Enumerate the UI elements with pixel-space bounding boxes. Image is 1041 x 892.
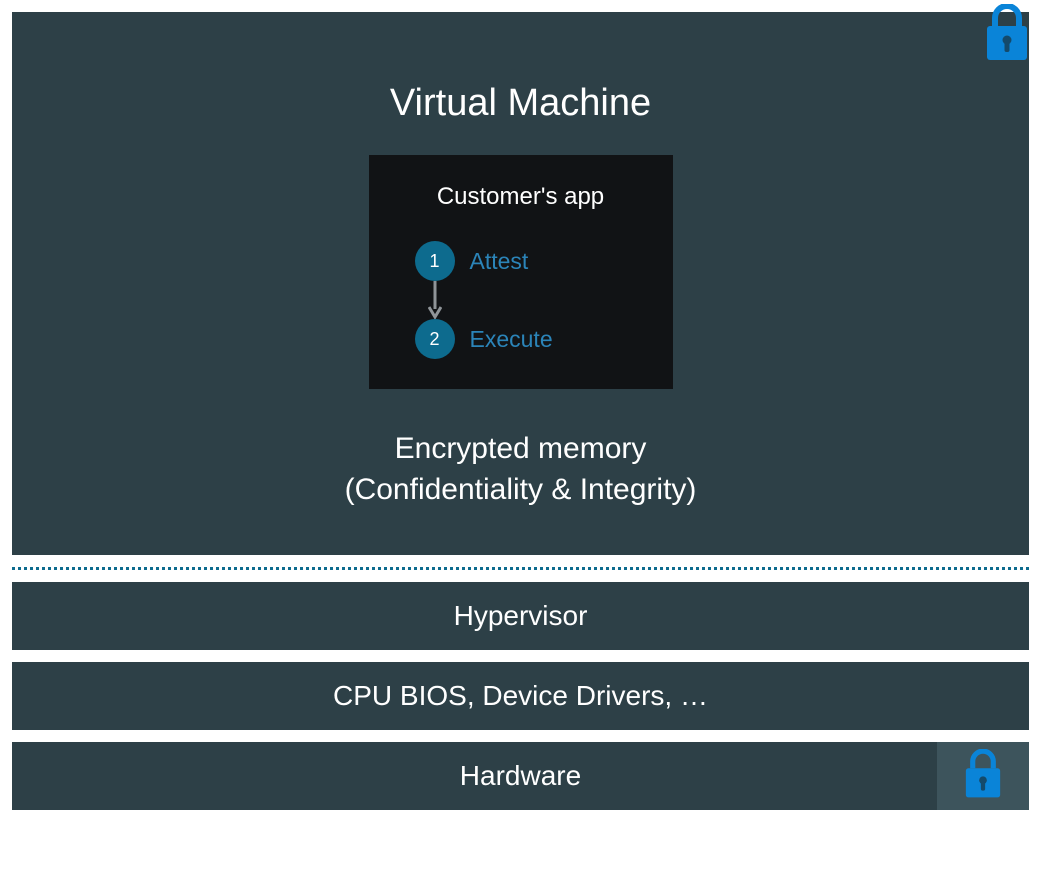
encrypted-line-1: Encrypted memory xyxy=(32,429,1009,470)
step-execute: 2 Execute xyxy=(415,319,653,359)
app-title: Customer's app xyxy=(389,183,653,211)
hardware-layer: Hardware xyxy=(12,742,1029,810)
virtual-machine-box: Virtual Machine Customer's app 1 Attest … xyxy=(12,12,1029,555)
lock-icon xyxy=(959,749,1007,803)
hardware-lock-badge xyxy=(937,742,1029,810)
confidential-computing-diagram: Virtual Machine Customer's app 1 Attest … xyxy=(12,12,1029,880)
trust-boundary-divider xyxy=(12,567,1029,570)
hypervisor-label: Hypervisor xyxy=(454,600,588,631)
arrow-down-icon xyxy=(415,281,455,319)
customer-app-box: Customer's app 1 Attest 2 Execute xyxy=(369,155,673,389)
step-label-attest: Attest xyxy=(470,248,529,275)
step-number-1: 1 xyxy=(415,241,455,281)
bios-drivers-layer: CPU BIOS, Device Drivers, … xyxy=(12,662,1029,730)
vm-title: Virtual Machine xyxy=(32,82,1009,125)
lock-icon xyxy=(979,4,1035,71)
step-label-execute: Execute xyxy=(470,326,553,353)
bios-label: CPU BIOS, Device Drivers, … xyxy=(333,680,708,711)
encrypted-memory-text: Encrypted memory (Confidentiality & Inte… xyxy=(32,429,1009,510)
hardware-label: Hardware xyxy=(460,760,581,791)
encrypted-line-2: (Confidentiality & Integrity) xyxy=(32,470,1009,511)
step-number-2: 2 xyxy=(415,319,455,359)
hypervisor-layer: Hypervisor xyxy=(12,582,1029,650)
step-attest: 1 Attest xyxy=(415,241,653,281)
